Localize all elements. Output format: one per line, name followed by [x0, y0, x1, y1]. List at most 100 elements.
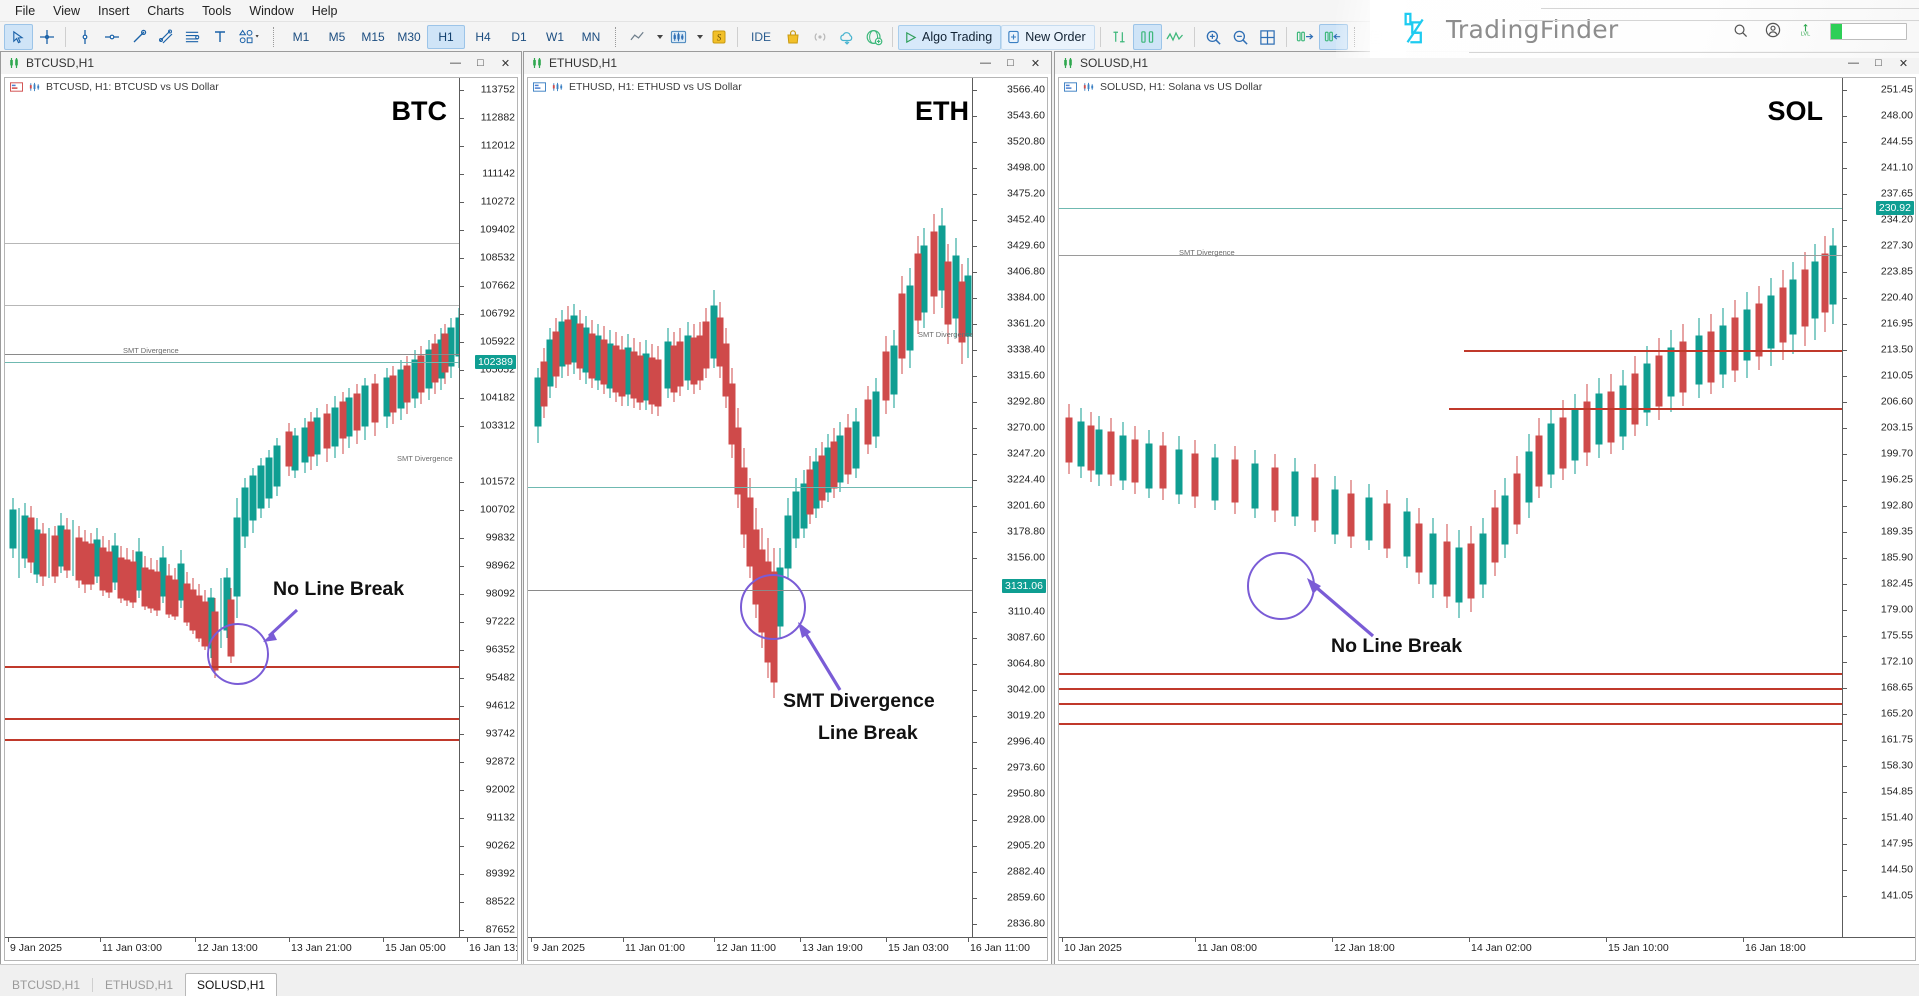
- price-tick: 106792: [479, 307, 515, 320]
- chart-window-btcusd[interactable]: BTCUSD,H1 — □ ✕ BTCUSD, H1: BTCUSD vs US…: [0, 51, 522, 965]
- menu-item-charts[interactable]: Charts: [138, 2, 193, 20]
- menu-item-window[interactable]: Window: [240, 2, 302, 20]
- signals-icon[interactable]: [806, 25, 833, 49]
- price-axis-solusd[interactable]: 251.45 248.00 244.55 241.10 237.65 234.2…: [1842, 78, 1915, 960]
- timeframe-m5[interactable]: M5: [319, 26, 355, 48]
- shift-right-icon[interactable]: [1292, 25, 1319, 49]
- new-order-button[interactable]: New Order: [1001, 24, 1095, 50]
- support-line: [5, 739, 460, 741]
- timeframe-m30[interactable]: M30: [391, 26, 427, 48]
- chart-frame-ethusd[interactable]: ETHUSD, H1: ETHUSD vs US Dollar ETH SMT …: [527, 77, 1048, 961]
- zoom-in-icon[interactable]: [1200, 25, 1227, 49]
- close-button[interactable]: ✕: [1023, 54, 1048, 72]
- menu-item-file[interactable]: File: [6, 2, 44, 20]
- tab-ethusd-h1[interactable]: ETHUSD,H1: [93, 973, 185, 996]
- price-tick: 2996.40: [1007, 735, 1045, 748]
- chart-body-ethusd[interactable]: ETHUSD, H1: ETHUSD vs US Dollar ETH SMT …: [524, 74, 1051, 964]
- zoom-out-icon[interactable]: [1227, 25, 1254, 49]
- price-tick: 244.55: [1880, 135, 1913, 148]
- current-price-badge: 102389: [474, 355, 516, 369]
- tab-solusd-h1[interactable]: SOLUSD,H1: [185, 973, 278, 996]
- grid-icon[interactable]: [1254, 25, 1281, 49]
- vps-icon[interactable]: [860, 25, 887, 49]
- chevron-down-icon[interactable]: [652, 25, 665, 49]
- price-tick: 97222: [485, 615, 515, 628]
- bar-chart-icon[interactable]: S: [705, 25, 732, 49]
- extension-icon[interactable]: LVL: [1798, 22, 1813, 41]
- price-tick: 203.15: [1880, 421, 1913, 434]
- algo-trading-button[interactable]: Algo Trading: [898, 24, 1002, 50]
- chart-frame-solusd[interactable]: SOLUSD, H1: Solana vs US Dollar SOL SMT …: [1058, 77, 1916, 961]
- fibonacci-icon[interactable]: [179, 25, 206, 49]
- price-tick: 92002: [485, 783, 515, 796]
- channel-icon[interactable]: [152, 25, 179, 49]
- timeframe-w1[interactable]: W1: [537, 26, 573, 48]
- oscillator-icon[interactable]: [1162, 25, 1189, 49]
- price-tick: 147.95: [1880, 837, 1913, 850]
- time-tick: 12 Jan 18:00: [1334, 942, 1395, 954]
- chart-body-solusd[interactable]: SOLUSD, H1: Solana vs US Dollar SOL SMT …: [1055, 74, 1919, 964]
- shapes-icon[interactable]: [233, 25, 267, 49]
- crosshair-icon[interactable]: [33, 25, 60, 49]
- smt-divergence-line: [5, 354, 460, 355]
- chart-window-solusd[interactable]: SOLUSD,H1 — □ ✕ SOLUSD, H1: Solana vs US…: [1054, 51, 1919, 965]
- timeframe-d1[interactable]: D1: [501, 26, 537, 48]
- price-tick: 196.25: [1880, 473, 1913, 486]
- chevron-down-icon[interactable]: [692, 25, 705, 49]
- menu-item-view[interactable]: View: [44, 2, 89, 20]
- menu-item-help[interactable]: Help: [303, 2, 347, 20]
- current-price-line: [5, 362, 460, 363]
- horizontal-line-icon[interactable]: [98, 25, 125, 49]
- support-line: [1464, 350, 1843, 352]
- price-tick: 3156.00: [1007, 551, 1045, 564]
- menu-item-insert[interactable]: Insert: [89, 2, 138, 20]
- cursor-icon[interactable]: [4, 24, 33, 50]
- time-tick: 11 Jan 03:00: [102, 942, 162, 954]
- maximize-button[interactable]: □: [998, 54, 1023, 72]
- maximize-button[interactable]: □: [468, 54, 493, 72]
- price-tick: 2973.60: [1007, 761, 1045, 774]
- timeframe-h1[interactable]: H1: [427, 25, 465, 49]
- tab-btcusd-h1[interactable]: BTCUSD,H1: [0, 973, 92, 996]
- minimize-button[interactable]: —: [443, 54, 468, 72]
- price-axis-ethusd[interactable]: 3566.40 3543.60 3520.80 3498.00 3475.20 …: [972, 78, 1047, 960]
- chart-workspace: BTCUSD,H1 — □ ✕ BTCUSD, H1: BTCUSD vs US…: [0, 51, 1919, 965]
- price-tick: 2928.00: [1007, 813, 1045, 826]
- time-axis-btcusd[interactable]: 9 Jan 2025 11 Jan 03:00 12 Jan 13:00 13 …: [5, 937, 517, 960]
- search-icon[interactable]: [1733, 23, 1748, 41]
- trendline-icon[interactable]: [125, 25, 152, 49]
- chart-body-btcusd[interactable]: BTCUSD, H1: BTCUSD vs US Dollar BTC SMT …: [1, 74, 521, 964]
- text-icon[interactable]: [206, 25, 233, 49]
- timeframe-h4[interactable]: H4: [465, 26, 501, 48]
- time-axis-ethusd[interactable]: 9 Jan 2025 11 Jan 01:00 12 Jan 11:00 13 …: [528, 937, 1047, 960]
- price-tick: 98092: [485, 587, 515, 600]
- timeframe-mn[interactable]: MN: [573, 26, 609, 48]
- chart-tabs-bar: BTCUSD,H1 ETHUSD,H1 SOLUSD,H1: [0, 964, 1919, 996]
- price-tick: 206.60: [1880, 395, 1913, 408]
- price-tick: 3475.20: [1007, 187, 1045, 200]
- ide-button[interactable]: IDE: [743, 26, 779, 48]
- close-button[interactable]: ✕: [493, 54, 518, 72]
- support-line: [1059, 673, 1843, 675]
- candlestick-chart-icon[interactable]: [665, 25, 692, 49]
- timeframe-m1[interactable]: M1: [283, 26, 319, 48]
- trading-platform-window: File View Insert Charts Tools Window Hel…: [0, 0, 1919, 996]
- timeframe-m15[interactable]: M15: [355, 26, 391, 48]
- chart-window-ethusd[interactable]: ETHUSD,H1 — □ ✕ ETHUSD, H1: ETHUSD vs US…: [523, 51, 1052, 965]
- market-icon[interactable]: [779, 25, 806, 49]
- period-separator-icon[interactable]: [1132, 24, 1162, 50]
- vertical-line-icon[interactable]: [71, 25, 98, 49]
- support-line: [1449, 408, 1843, 410]
- price-tick: 99832: [485, 531, 515, 544]
- price-axis-btcusd[interactable]: 113752 112882 112012 111142 110272 10940…: [459, 78, 517, 960]
- menu-item-tools[interactable]: Tools: [193, 2, 240, 20]
- symbol-tag-sol: SOL: [1767, 96, 1823, 126]
- account-icon[interactable]: [1765, 22, 1781, 41]
- indicators-icon[interactable]: [1106, 25, 1133, 49]
- chart-frame-btcusd[interactable]: BTCUSD, H1: BTCUSD vs US Dollar BTC SMT …: [4, 77, 518, 961]
- price-tick: 107662: [479, 279, 515, 292]
- cloud-icon[interactable]: [833, 25, 860, 49]
- line-chart-icon[interactable]: [625, 25, 652, 49]
- minimize-button[interactable]: —: [973, 54, 998, 72]
- time-axis-solusd[interactable]: 10 Jan 2025 11 Jan 08:00 12 Jan 18:00 14…: [1059, 937, 1915, 960]
